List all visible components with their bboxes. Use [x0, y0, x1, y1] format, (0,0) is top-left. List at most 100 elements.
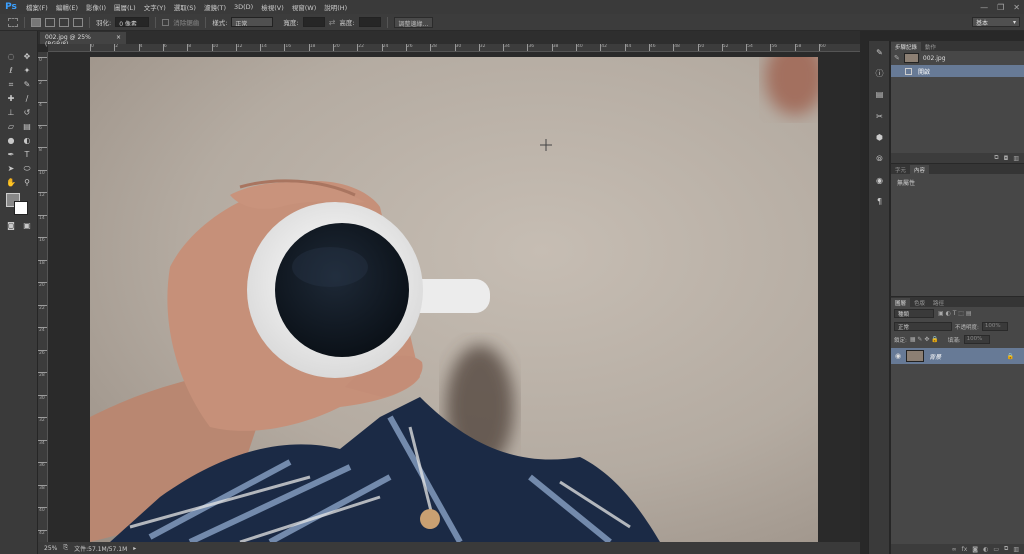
menu-filter[interactable]: 濾鏡(T): [200, 2, 230, 12]
antialias-checkbox[interactable]: [162, 18, 170, 26]
marquee-preset-icon[interactable]: [8, 17, 18, 27]
snapshot-label: 002.jpg: [922, 54, 946, 62]
shape-tool-icon[interactable]: ⬭: [20, 163, 34, 174]
path-select-icon[interactable]: ➤: [4, 163, 18, 174]
paths-icon[interactable]: ⦾: [873, 153, 886, 164]
workspace-select[interactable]: 基本 ▾: [972, 17, 1020, 27]
snapshot-camera-icon[interactable]: ◘: [1004, 155, 1009, 162]
brush-tool-icon[interactable]: ∕: [20, 93, 34, 104]
healing-brush-icon[interactable]: ✚: [4, 93, 18, 104]
ruler-label: 18: [309, 44, 316, 49]
tab-character[interactable]: 字元: [891, 165, 910, 174]
pen-tool-icon[interactable]: ✒: [4, 149, 18, 160]
document-image[interactable]: [90, 57, 818, 542]
blur-tool-icon[interactable]: ●: [4, 135, 18, 146]
delete-layer-icon[interactable]: ▥: [1013, 546, 1019, 553]
history-icon[interactable]: ✎: [873, 47, 886, 58]
lock-icons[interactable]: ▦ ✎ ✥ 🔒: [910, 336, 939, 343]
history-footer: ⧉ ◘ ▥: [891, 153, 1024, 163]
tab-channels[interactable]: 色版: [910, 298, 929, 307]
intersect-selection-icon[interactable]: [73, 17, 83, 27]
minimize-icon[interactable]: —: [980, 3, 988, 12]
eraser-tool-icon[interactable]: ▱: [4, 121, 18, 132]
close-tab-icon[interactable]: ×: [116, 34, 121, 42]
menu-file[interactable]: 檔案(F): [22, 2, 52, 12]
layer-filter-select[interactable]: 種類: [894, 309, 934, 318]
new-document-icon[interactable]: ⧉: [994, 154, 998, 162]
height-input[interactable]: [358, 17, 381, 27]
new-layer-icon[interactable]: ⧉: [1004, 545, 1008, 553]
maximize-icon[interactable]: ❐: [997, 3, 1004, 12]
new-selection-icon[interactable]: [31, 17, 41, 27]
crop-tool-icon[interactable]: ⌗: [4, 79, 18, 90]
menu-image[interactable]: 影像(I): [82, 2, 110, 12]
layer-style-icon[interactable]: fx: [962, 546, 968, 553]
magic-wand-icon[interactable]: ✦: [20, 65, 34, 76]
menu-edit[interactable]: 編輯(E): [52, 2, 82, 12]
ruler-label: 60: [820, 44, 826, 49]
tab-properties[interactable]: 內容: [910, 165, 930, 174]
layer-row-background[interactable]: ◉ 背景 🔒: [891, 348, 1024, 364]
info-icon[interactable]: ⓘ: [873, 68, 886, 79]
lasso-tool-icon[interactable]: ℓ: [4, 65, 18, 76]
history-snapshot-row[interactable]: ✎ 002.jpg: [891, 51, 1024, 65]
trash-icon[interactable]: ▥: [1013, 155, 1019, 162]
clone-stamp-icon[interactable]: ⊥: [4, 107, 18, 118]
layer-mask-icon[interactable]: ◙: [972, 546, 978, 553]
width-input[interactable]: [302, 17, 325, 27]
gradient-tool-icon[interactable]: ▤: [20, 121, 34, 132]
visibility-eye-icon[interactable]: ◉: [895, 352, 901, 360]
zoom-tool-icon[interactable]: ⚲: [20, 177, 34, 188]
history-brush-icon[interactable]: ↺: [20, 107, 34, 118]
tab-layers[interactable]: 圖層: [891, 298, 911, 307]
type-tool-icon[interactable]: T: [20, 149, 34, 160]
tab-history[interactable]: 步驟記錄: [891, 42, 922, 51]
history-brush-source-icon[interactable]: ✎: [894, 54, 900, 62]
dodge-tool-icon[interactable]: ◐: [20, 135, 34, 146]
ruler-label: 26: [406, 44, 413, 49]
document-tab[interactable]: 002.jpg @ 25% (RGB/8) ×: [40, 32, 126, 48]
divider: [155, 16, 157, 28]
subtract-selection-icon[interactable]: [59, 17, 69, 27]
actions-icon[interactable]: ◉: [873, 175, 886, 186]
screen-mode-icon[interactable]: ▣: [20, 220, 34, 231]
feather-input[interactable]: 0 像素: [115, 17, 150, 27]
brush-presets-icon[interactable]: ▤: [873, 89, 886, 100]
export-icon[interactable]: ⎘: [63, 544, 68, 552]
close-window-icon[interactable]: ✕: [1013, 3, 1020, 12]
background-color-swatch[interactable]: [14, 201, 28, 215]
zoom-level[interactable]: 25%: [44, 545, 57, 552]
swap-icon[interactable]: ⇄: [329, 18, 336, 27]
width-label: 寬度:: [283, 19, 299, 27]
arrow-right-icon[interactable]: ▸: [133, 545, 136, 552]
marquee-tool-icon[interactable]: ◌: [4, 51, 18, 62]
adjustment-layer-icon[interactable]: ◐: [983, 546, 988, 553]
history-state-row[interactable]: 開啟: [891, 65, 1024, 77]
move-tool-icon[interactable]: ✥: [20, 51, 34, 62]
blend-mode-select[interactable]: 正常: [894, 322, 952, 331]
paragraph-icon[interactable]: ¶: [873, 196, 886, 207]
fill-input[interactable]: 100%: [963, 335, 990, 344]
style-select[interactable]: 正常: [231, 17, 274, 27]
tab-actions[interactable]: 動作: [921, 42, 940, 51]
ruler-label: 54: [747, 44, 753, 49]
tools-presets-icon[interactable]: ✂: [873, 111, 886, 122]
filter-icons[interactable]: ▣ ◐ T ⬚ ▤: [938, 310, 972, 317]
menu-layer[interactable]: 圖層(L): [110, 2, 140, 12]
menu-help[interactable]: 說明(H): [320, 2, 351, 12]
menu-3d[interactable]: 3D(D): [230, 3, 257, 11]
eyedropper-icon[interactable]: ✎: [20, 79, 34, 90]
opacity-input[interactable]: 100%: [981, 322, 1008, 331]
add-selection-icon[interactable]: [45, 17, 55, 27]
tab-paths[interactable]: 路徑: [929, 298, 948, 307]
3d-icon[interactable]: ⬢: [873, 132, 886, 143]
menu-window[interactable]: 視窗(W): [288, 2, 321, 12]
link-layers-icon[interactable]: ∞: [952, 546, 957, 553]
menu-type[interactable]: 文字(Y): [140, 2, 170, 12]
menu-view[interactable]: 檢視(V): [257, 2, 288, 12]
quick-mask-icon[interactable]: ◙: [4, 220, 18, 231]
menu-select[interactable]: 選取(S): [170, 2, 200, 12]
hand-tool-icon[interactable]: ✋: [4, 177, 18, 188]
refine-edge-button[interactable]: 調整邊緣...: [393, 16, 434, 28]
group-folder-icon[interactable]: ▭: [993, 546, 999, 553]
